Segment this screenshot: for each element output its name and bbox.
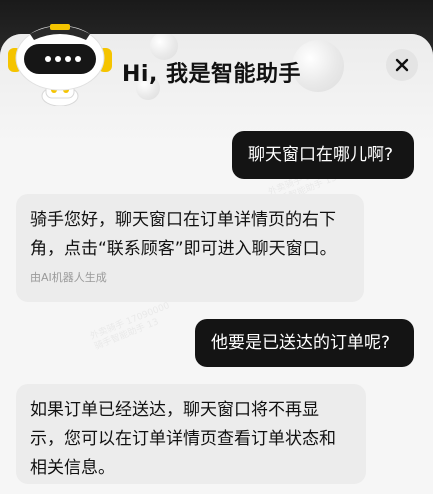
message-line: 如果订单已经送达，聊天窗口将不再显 xyxy=(30,400,319,420)
robot-mascot-icon xyxy=(8,24,112,106)
assistant-message: 如果订单已经送达，聊天窗口将不再显 示，您可以在订单详情页查看订单状态和 相关信… xyxy=(16,384,366,484)
close-button[interactable] xyxy=(386,49,418,81)
message-line: 骑手您好，聊天窗口在订单详情页的右下 xyxy=(30,210,336,230)
user-message: 他要是已送达的订单呢? xyxy=(195,319,414,367)
ai-generated-label: 由AI机器人生成 xyxy=(30,271,107,284)
message-line: 角，点击“联系顾客”即可进入聊天窗口。 xyxy=(30,239,337,259)
assistant-message: 骑手您好，聊天窗口在订单详情页的右下 角，点击“联系顾客”即可进入聊天窗口。 由… xyxy=(16,194,364,302)
user-message: 聊天窗口在哪儿啊? xyxy=(232,131,414,179)
message-line: 示，您可以在订单详情页查看订单状态和 xyxy=(30,429,336,449)
close-icon xyxy=(395,58,409,72)
page-title: Hi, 我是智能助手 xyxy=(122,62,301,87)
message-line: 相关信息。 xyxy=(30,458,115,478)
